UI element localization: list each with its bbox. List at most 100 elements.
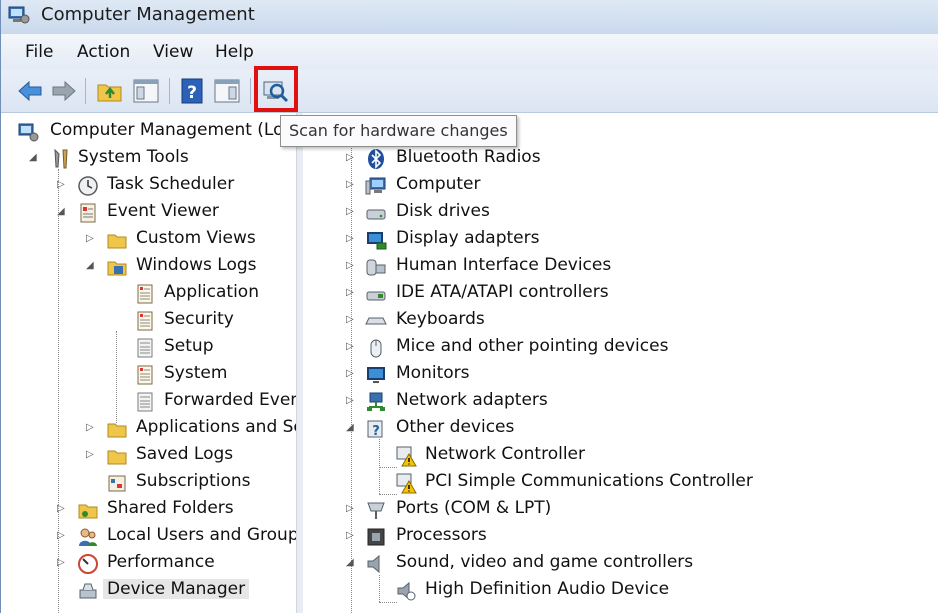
expand-arrow-icon[interactable]: ▷	[346, 287, 356, 299]
menu-action[interactable]: Action	[77, 42, 130, 62]
log-icon	[137, 365, 153, 385]
folder-icon	[107, 234, 127, 249]
device-label: Human Interface Devices	[396, 255, 612, 275]
bluetooth-icon	[368, 149, 384, 169]
port-icon	[367, 502, 385, 519]
expand-arrow-icon[interactable]: ▷	[346, 530, 356, 542]
expand-arrow-icon[interactable]: ▷	[57, 530, 67, 542]
tree-line	[58, 169, 59, 613]
log-icon	[137, 338, 153, 358]
tree-label: Saved Logs	[136, 444, 234, 464]
audio-device-icon	[397, 581, 416, 601]
computer-management-icon	[18, 123, 39, 142]
title-bar: Computer Management	[1, 0, 938, 34]
tree-label: Task Scheduler	[107, 174, 235, 194]
device-manager-icon	[79, 583, 97, 599]
network-adapter-icon	[367, 392, 385, 411]
expand-arrow-icon[interactable]: ▷	[346, 233, 356, 245]
tree-label-selected: Device Manager	[103, 579, 250, 599]
device-label: Computer	[396, 174, 481, 194]
device-label: PCI Simple Communications Controller	[425, 471, 753, 491]
expand-arrow-icon[interactable]: ▷	[57, 557, 67, 569]
tree-label: Performance	[107, 552, 215, 572]
expand-arrow-icon[interactable]: ▷	[346, 341, 356, 353]
shared-folder-icon	[78, 504, 98, 519]
expand-arrow-icon[interactable]: ▷	[346, 206, 356, 218]
clock-icon	[78, 176, 98, 196]
device-label: Monitors	[396, 363, 470, 383]
show-hide-console-tree-icon[interactable]	[131, 76, 161, 106]
device-label: Bluetooth Radios	[396, 147, 541, 167]
log-icon	[137, 311, 153, 331]
tree-label: Computer Management (Loc	[50, 120, 293, 140]
tree-label: Forwarded Event	[164, 390, 296, 410]
disk-drive-icon	[366, 209, 386, 220]
tree-label: Shared Folders	[107, 498, 234, 518]
menu-file[interactable]: File	[25, 42, 53, 62]
expand-arrow-icon[interactable]: ▷	[346, 395, 356, 407]
expand-arrow-icon[interactable]: ▷	[86, 449, 96, 461]
device-list: ▷ Bluetooth Radios ▷ Computer ▷ Disk dri…	[303, 113, 938, 613]
tree-label: Custom Views	[136, 228, 256, 248]
folder-icon	[107, 450, 127, 465]
collapse-arrow-icon[interactable]: ◢	[29, 152, 39, 164]
tree-line	[379, 467, 397, 468]
toolbar-separator	[250, 78, 251, 104]
toolbar: ?	[1, 70, 938, 113]
tree-line	[379, 575, 380, 602]
log-icon	[137, 284, 153, 304]
device-label: Mice and other pointing devices	[396, 336, 669, 356]
device-label: Ports (COM & LPT)	[396, 498, 552, 518]
computer-management-icon	[8, 6, 30, 24]
expand-arrow-icon[interactable]: ▷	[346, 368, 356, 380]
toolbar-separator	[169, 78, 170, 104]
menu-help[interactable]: Help	[215, 42, 254, 62]
collapse-arrow-icon[interactable]: ◢	[57, 206, 67, 218]
help-icon[interactable]: ?	[177, 76, 207, 106]
event-viewer-icon	[80, 203, 96, 223]
tree-label: System Tools	[78, 147, 189, 167]
expand-arrow-icon[interactable]: ▷	[346, 179, 356, 191]
expand-arrow-icon[interactable]: ▷	[57, 503, 67, 515]
show-hide-action-pane-icon[interactable]	[212, 76, 242, 106]
expand-arrow-icon[interactable]: ▷	[86, 233, 96, 245]
tree-label: Local Users and Groups	[107, 525, 296, 545]
device-label: Network Controller	[425, 444, 586, 464]
expand-arrow-icon[interactable]: ▷	[346, 314, 356, 326]
collapse-arrow-icon[interactable]: ◢	[346, 557, 356, 569]
expand-arrow-icon[interactable]: ▷	[346, 503, 356, 515]
expand-arrow-icon[interactable]: ▷	[57, 179, 67, 191]
unknown-device-icon: ?	[367, 420, 383, 439]
forward-arrow-icon[interactable]	[49, 76, 79, 106]
hid-icon	[366, 259, 386, 276]
expand-arrow-icon[interactable]: ▷	[346, 260, 356, 272]
device-label: Display adapters	[396, 228, 540, 248]
collapse-arrow-icon[interactable]: ◢	[346, 422, 356, 434]
device-label: Processors	[396, 525, 487, 545]
device-label: IDE ATA/ATAPI controllers	[396, 282, 609, 302]
device-label: Sound, video and game controllers	[396, 552, 694, 572]
keyboard-icon	[365, 317, 387, 325]
console-tree: Computer Management (Loc ◢ System Tools …	[9, 113, 296, 613]
up-folder-icon[interactable]	[95, 76, 125, 106]
processor-icon	[367, 528, 385, 546]
menu-view[interactable]: View	[153, 42, 193, 62]
device-label: Network adapters	[396, 390, 548, 410]
expand-arrow-icon[interactable]: ▷	[86, 422, 96, 434]
collapse-arrow-icon[interactable]: ◢	[86, 260, 96, 272]
log-icon	[137, 392, 153, 412]
tree-label: Windows Logs	[136, 255, 257, 275]
folder-icon	[107, 261, 127, 276]
tree-label: Event Viewer	[107, 201, 219, 221]
performance-icon	[78, 554, 98, 574]
window-title: Computer Management	[41, 4, 255, 25]
device-label: Other devices	[396, 417, 515, 437]
ide-controller-icon	[366, 291, 386, 301]
tree-label: System	[164, 363, 228, 383]
back-arrow-icon[interactable]	[15, 76, 45, 106]
device-label: High Definition Audio Device	[425, 579, 670, 599]
svg-text:?: ?	[372, 424, 380, 439]
menu-bar: File Action View Help	[1, 34, 938, 70]
computer-icon	[365, 177, 386, 195]
expand-arrow-icon[interactable]: ▷	[346, 152, 356, 164]
